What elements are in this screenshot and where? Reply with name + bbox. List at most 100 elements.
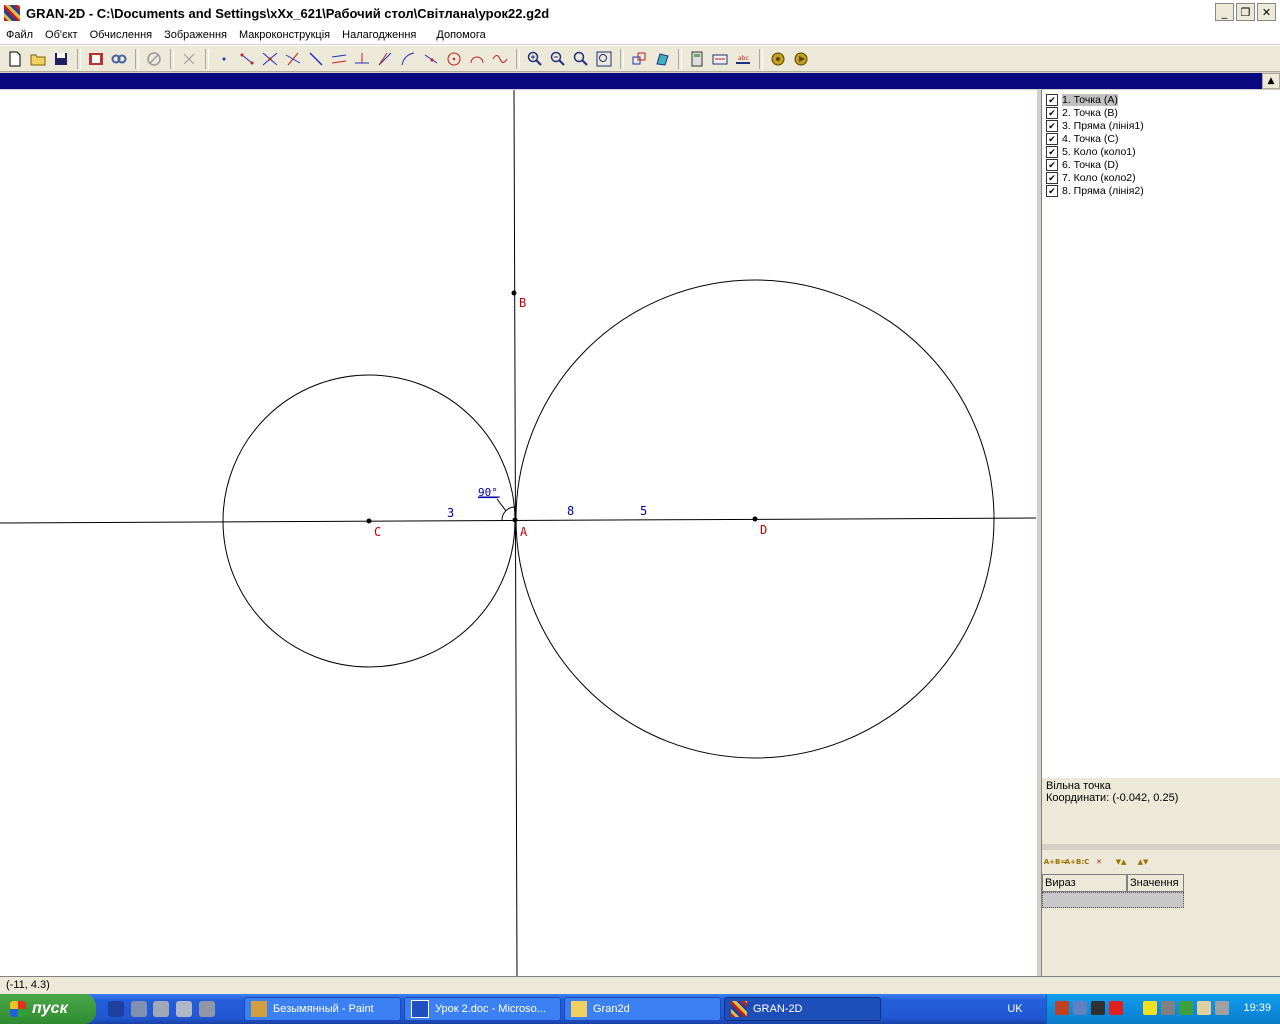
tangent-icon[interactable] (397, 48, 419, 70)
calculator-icon[interactable] (686, 48, 708, 70)
drawing-canvas[interactable]: B C A D 90° 3 8 5 (0, 89, 1037, 977)
window-title: GRAN-2D - C:\Documents and Settings\xXx_… (26, 5, 550, 21)
checkbox-checked-icon[interactable]: ✔ (1046, 184, 1058, 197)
move-expression-down-icon[interactable]: ▼▲ (1110, 853, 1132, 871)
point-a[interactable] (512, 517, 518, 523)
point-icon[interactable] (213, 48, 235, 70)
object-item[interactable]: ✔ 1. Точка (A) (1046, 93, 1118, 106)
quicklaunch-save-icon[interactable] (108, 1001, 124, 1017)
monitor-icon[interactable] (1091, 1001, 1105, 1015)
column-header-value[interactable]: Значення (1127, 874, 1184, 892)
word-icon (411, 1000, 429, 1018)
zoom-out-icon[interactable] (547, 48, 569, 70)
quicklaunch-disk-icon[interactable] (199, 1001, 215, 1017)
antivirus-icon[interactable] (1109, 1001, 1123, 1015)
menu-object[interactable]: Об'єкт (39, 29, 84, 41)
move-expression-up-icon[interactable]: ▲▼ (1132, 853, 1154, 871)
object-item[interactable]: ✔ 2. Точка (B) (1046, 106, 1118, 119)
parallel-icon[interactable] (328, 48, 350, 70)
minimize-button[interactable]: _ (1215, 3, 1234, 21)
checkbox-checked-icon[interactable]: ✔ (1046, 171, 1058, 184)
checkbox-checked-icon[interactable]: ✔ (1046, 145, 1058, 158)
quicklaunch-network-icon[interactable] (176, 1001, 192, 1017)
object-item[interactable]: ✔ 8. Пряма (лінія2) (1046, 184, 1144, 197)
bisector-icon[interactable] (374, 48, 396, 70)
curve-icon[interactable] (489, 48, 511, 70)
circle-icon[interactable] (443, 48, 465, 70)
rotate-icon[interactable] (651, 48, 673, 70)
device-icon[interactable] (1215, 1001, 1229, 1015)
delete-expression-icon[interactable]: ✕ (1088, 853, 1110, 871)
add-expression-icon[interactable]: A+B= (1044, 853, 1066, 871)
line-icon[interactable] (282, 48, 304, 70)
close-button[interactable]: ✕ (1257, 3, 1276, 21)
quicklaunch-computer-icon[interactable] (153, 1001, 169, 1017)
clock[interactable]: 19:39 (1243, 1002, 1271, 1014)
measure-3: 3 (447, 506, 454, 520)
film-icon[interactable] (85, 48, 107, 70)
task-word[interactable]: Урок 2.doc - Microso... (404, 997, 561, 1021)
vector-icon[interactable] (420, 48, 442, 70)
point-d[interactable] (752, 516, 758, 522)
security-icon[interactable] (1179, 1001, 1193, 1015)
object-item[interactable]: ✔ 4. Точка (C) (1046, 132, 1119, 145)
segment-icon[interactable] (236, 48, 258, 70)
power-icon[interactable] (1143, 1001, 1157, 1015)
perpendicular-icon[interactable] (351, 48, 373, 70)
point-c[interactable] (366, 518, 372, 524)
quicklaunch-printer-icon[interactable] (131, 1001, 147, 1017)
macro-icon[interactable] (767, 48, 789, 70)
macro-run-icon[interactable] (790, 48, 812, 70)
svg-text:abc: abc (738, 55, 749, 62)
checkbox-checked-icon[interactable]: ✔ (1046, 158, 1058, 171)
menu-file[interactable]: Файл (0, 29, 39, 41)
column-header-expression[interactable]: Вираз (1042, 874, 1127, 892)
measure-icon[interactable] (709, 48, 731, 70)
menu-compute[interactable]: Обчислення (84, 29, 159, 41)
open-folder-icon[interactable] (27, 48, 49, 70)
ray-icon[interactable] (305, 48, 327, 70)
settings-tray-icon[interactable] (1161, 1001, 1175, 1015)
menu-view[interactable]: Зображення (158, 29, 233, 41)
language-indicator[interactable]: UK (1000, 997, 1030, 1021)
object-item[interactable]: ✔ 7. Коло (коло2) (1046, 171, 1136, 184)
object-item[interactable]: ✔ 6. Точка (D) (1046, 158, 1119, 171)
line-1[interactable] (0, 517, 1037, 524)
add-multi-expression-icon[interactable]: A+B:C (1065, 853, 1090, 871)
table-row[interactable] (1042, 892, 1184, 908)
scroll-up-button[interactable]: ▲ (1262, 73, 1280, 89)
save-icon[interactable] (50, 48, 72, 70)
menu-settings[interactable]: Налагодження (336, 29, 422, 41)
arc-icon[interactable] (466, 48, 488, 70)
checkbox-checked-icon[interactable]: ✔ (1046, 119, 1058, 132)
toolbar: abc (0, 45, 1280, 72)
cut-icon[interactable] (178, 48, 200, 70)
volume-icon[interactable] (1055, 1001, 1069, 1015)
ruler-icon[interactable]: abc (732, 48, 754, 70)
zoom-icon[interactable] (570, 48, 592, 70)
checkbox-checked-icon[interactable]: ✔ (1046, 93, 1058, 106)
task-gran2d-app[interactable]: GRAN-2D (724, 997, 881, 1021)
zoom-fit-icon[interactable] (593, 48, 615, 70)
point-b[interactable] (511, 290, 517, 296)
checkbox-checked-icon[interactable]: ✔ (1046, 132, 1058, 145)
task-gran2d-folder[interactable]: Gran2d (564, 997, 721, 1021)
network-icon[interactable] (1073, 1001, 1087, 1015)
update-icon[interactable] (1197, 1001, 1211, 1015)
task-paint[interactable]: Безымянный - Paint (244, 997, 401, 1021)
geometry-svg[interactable]: B C A D 90° 3 8 5 (0, 89, 1037, 977)
menu-help[interactable]: Допомога (430, 29, 491, 41)
disabled-icon[interactable] (143, 48, 165, 70)
restore-button[interactable]: ❐ (1236, 3, 1255, 21)
zoom-in-icon[interactable] (524, 48, 546, 70)
checkbox-checked-icon[interactable]: ✔ (1046, 106, 1058, 119)
object-item[interactable]: ✔ 5. Коло (коло1) (1046, 145, 1136, 158)
link-icon[interactable] (108, 48, 130, 70)
start-button[interactable]: пуск (0, 994, 96, 1024)
expression-toolbar: A+B= A+B:C ✕ ▼▲ ▲▼ (1042, 850, 1280, 874)
menu-macro[interactable]: Макроконструкція (233, 29, 336, 41)
move-icon[interactable] (628, 48, 650, 70)
intersection-icon[interactable] (259, 48, 281, 70)
new-file-icon[interactable] (4, 48, 26, 70)
object-item[interactable]: ✔ 3. Пряма (лінія1) (1046, 119, 1144, 132)
